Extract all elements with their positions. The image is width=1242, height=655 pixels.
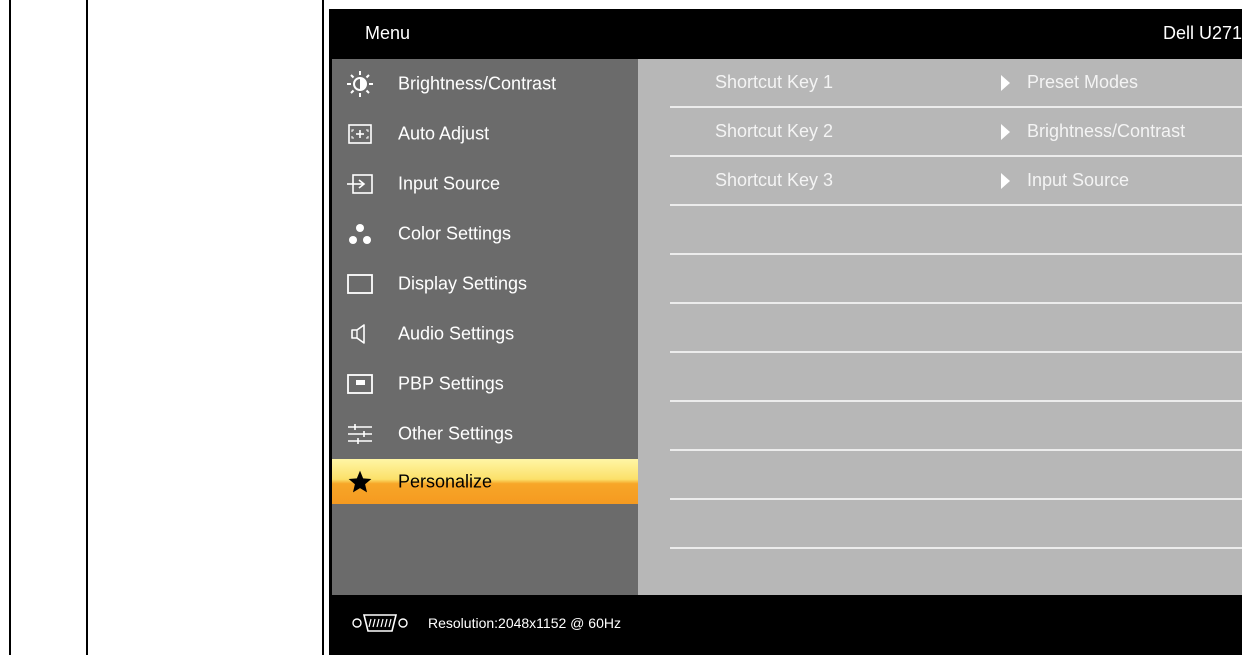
- table-border-col1: [86, 0, 88, 655]
- resolution-status: Resolution:2048x1152 @ 60Hz: [428, 615, 621, 631]
- shortcut-key-1-row[interactable]: Shortcut Key 1 Preset Modes: [670, 59, 1242, 108]
- menu-item-label: Auto Adjust: [398, 123, 490, 144]
- arrow-right-icon: [1001, 124, 1010, 140]
- menu-item-label: Audio Settings: [398, 323, 515, 344]
- menu-item-other-settings[interactable]: Other Settings: [332, 413, 638, 455]
- menu-item-display-settings[interactable]: Display Settings: [332, 263, 638, 305]
- menu-item-label: Input Source: [398, 173, 501, 194]
- shortcut-key-3-row[interactable]: Shortcut Key 3 Input Source: [670, 157, 1242, 206]
- menu-item-audio-settings[interactable]: Audio Settings: [332, 313, 638, 355]
- menu-item-label: Color Settings: [398, 223, 512, 244]
- display-settings-icon: [347, 271, 373, 297]
- auto-adjust-icon: [347, 121, 373, 147]
- setting-value: Preset Modes: [1027, 72, 1139, 92]
- osd-footer: Resolution:2048x1152 @ 60Hz: [329, 595, 1242, 655]
- shortcut-key-2-row[interactable]: Shortcut Key 2 Brightness/Contrast: [670, 108, 1242, 157]
- pbp-settings-icon: [347, 371, 373, 397]
- empty-row: [670, 255, 1242, 304]
- monitor-osd-menu: Menu Dell U271 Brightness/Contrast Auto …: [329, 9, 1242, 655]
- menu-item-input-source[interactable]: Input Source: [332, 163, 638, 205]
- setting-value: Brightness/Contrast: [1027, 121, 1186, 141]
- brightness-icon: [347, 71, 373, 97]
- osd-submenu-panel: Shortcut Key 1 Preset Modes Shortcut Key…: [638, 59, 1242, 595]
- empty-row: [670, 451, 1242, 500]
- menu-item-pbp-settings[interactable]: PBP Settings: [332, 363, 638, 405]
- osd-title: Menu: [365, 23, 411, 43]
- arrow-right-icon: [1001, 173, 1010, 189]
- monitor-model: Dell U271: [1162, 23, 1242, 43]
- arrow-right-icon: [1001, 75, 1010, 91]
- menu-item-color-settings[interactable]: Color Settings: [332, 213, 638, 255]
- empty-row: [670, 206, 1242, 255]
- empty-row: [670, 353, 1242, 402]
- setting-label: Shortcut Key 2: [715, 121, 834, 141]
- menu-item-label: PBP Settings: [398, 373, 504, 394]
- table-border-col2: [322, 0, 324, 655]
- table-border-left: [9, 0, 11, 655]
- empty-row: [670, 500, 1242, 549]
- speaker-icon: [347, 321, 373, 347]
- color-settings-icon: [347, 221, 373, 247]
- menu-item-label: Personalize: [398, 471, 493, 491]
- star-icon: [347, 469, 373, 495]
- vga-connector-icon: [351, 613, 409, 636]
- setting-label: Shortcut Key 3: [715, 170, 834, 190]
- menu-item-label: Display Settings: [398, 273, 528, 294]
- empty-row: [670, 402, 1242, 451]
- menu-item-auto-adjust[interactable]: Auto Adjust: [332, 113, 638, 155]
- menu-item-brightness-contrast[interactable]: Brightness/Contrast: [332, 63, 638, 105]
- osd-main-menu: Brightness/Contrast Auto Adjust Input So…: [332, 59, 638, 595]
- input-source-icon: [347, 171, 373, 197]
- osd-header: Menu Dell U271: [329, 9, 1242, 59]
- sliders-icon: [347, 421, 373, 447]
- menu-item-label: Brightness/Contrast: [398, 73, 557, 94]
- empty-row: [670, 304, 1242, 353]
- menu-item-label: Other Settings: [398, 423, 514, 444]
- setting-value: Input Source: [1027, 170, 1130, 190]
- setting-label: Shortcut Key 1: [715, 72, 834, 92]
- menu-item-personalize[interactable]: Personalize: [332, 459, 638, 504]
